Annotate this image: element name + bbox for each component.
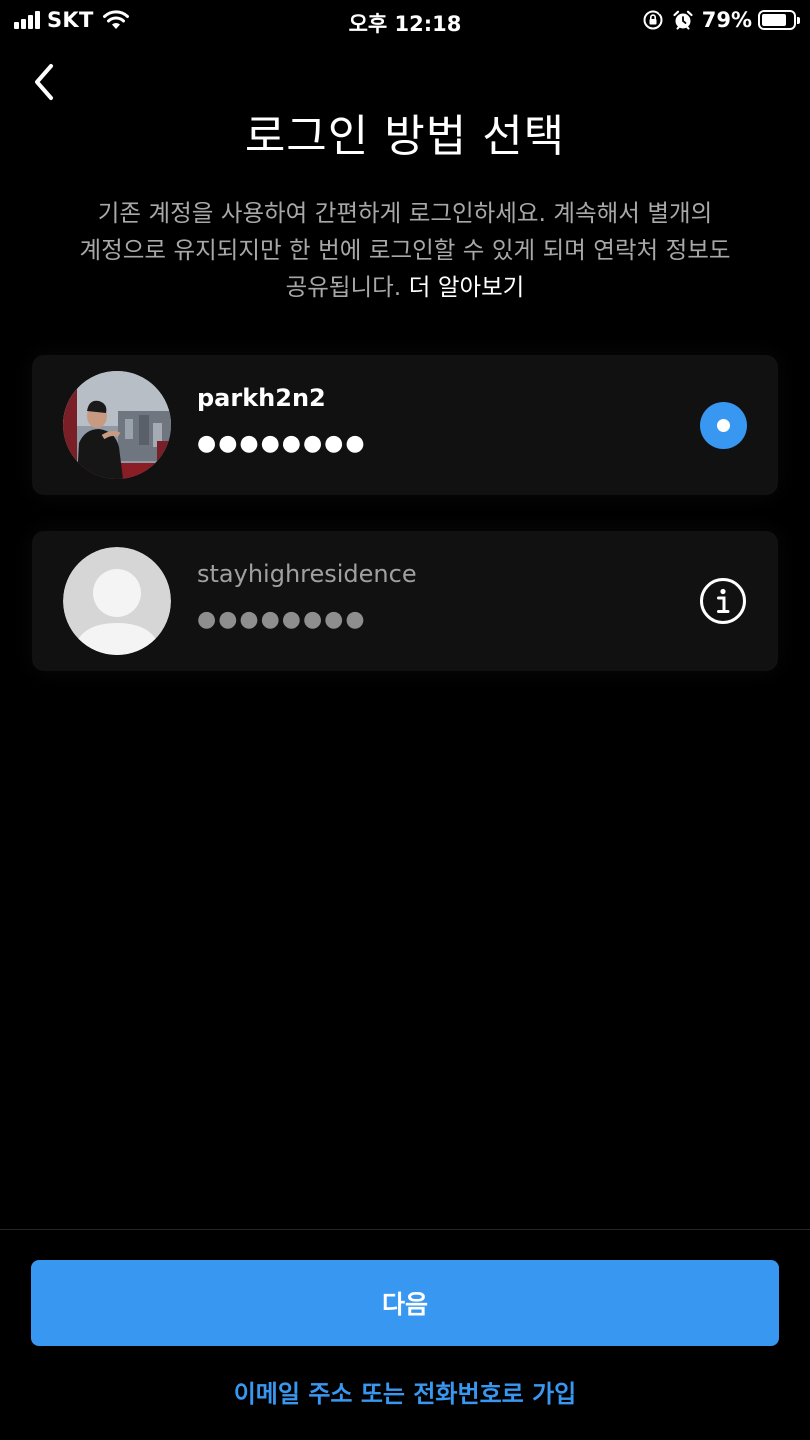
account-username: parkh2n2 (197, 384, 326, 412)
account-option-stayhighresidence[interactable]: stayhighresidence ●●●●●●●● (32, 531, 778, 671)
description-text: 기존 계정을 사용하여 간편하게 로그인하세요. 계속해서 별개의 계정으로 유… (60, 195, 750, 306)
description-body: 기존 계정을 사용하여 간편하게 로그인하세요. 계속해서 별개의 계정으로 유… (79, 199, 731, 301)
account-username: stayhighresidence (197, 560, 417, 588)
default-avatar (63, 547, 171, 655)
account-option-parkh2n2[interactable]: parkh2n2 ●●●●●●●● (32, 355, 778, 495)
footer-divider (0, 1229, 810, 1230)
signup-link[interactable]: 이메일 주소 또는 전화번호로 가입 (0, 1374, 810, 1409)
radio-selected-icon[interactable] (700, 402, 747, 449)
page-title: 로그인 방법 선택 (244, 111, 566, 162)
alarm-icon (673, 10, 693, 30)
battery-icon (758, 10, 800, 30)
choose-login-screen: SKT 오후 12:18 79% 로그인 방법 선택 기존 계정을 사용하여 간… (0, 0, 810, 1440)
info-icon[interactable] (699, 577, 747, 625)
avatar (63, 371, 171, 479)
orientation-lock-icon (643, 9, 663, 30)
next-button[interactable]: 다음 (31, 1260, 779, 1346)
chevron-left-icon (35, 64, 53, 100)
battery-percent: 79% (701, 8, 752, 32)
status-bar: SKT 오후 12:18 79% (0, 0, 810, 40)
status-bar-right: 79% (642, 8, 800, 32)
learn-more-link[interactable]: 더 알아보기 (409, 273, 525, 301)
back-button[interactable] (24, 58, 64, 106)
password-mask: ●●●●●●●● (197, 607, 367, 632)
password-mask: ●●●●●●●● (197, 431, 367, 456)
